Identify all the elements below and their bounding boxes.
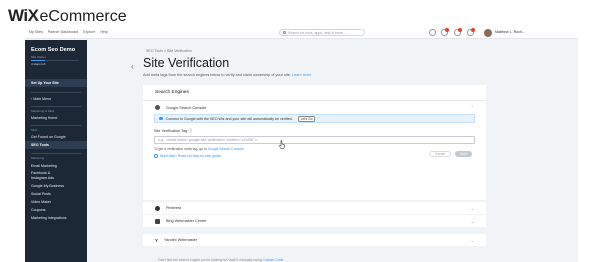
sidebar-item-video-maker[interactable]: Video Maker <box>25 198 87 206</box>
yandex-card[interactable]: Y Yandex Webmaster ⌄ <box>143 234 486 246</box>
pinterest-label: Pinterest <box>166 206 181 210</box>
sidebar-divider <box>31 153 81 154</box>
wix-logo-text: WiX <box>8 6 39 25</box>
yandex-row[interactable]: Y Yandex Webmaster ⌄ <box>143 234 486 246</box>
chevron-down-icon: ⌄ <box>470 206 474 211</box>
page-description: Add meta tags from the search engines be… <box>143 73 311 77</box>
pinterest-row[interactable]: Pinterest ⌄ <box>143 202 486 214</box>
menu-help[interactable]: Help <box>100 30 107 34</box>
site-name[interactable]: Ecom Seo Demo <box>31 47 75 53</box>
sidebar-divider <box>31 106 81 107</box>
need-help-text: Need help? Read our step-by-step guide <box>159 154 221 158</box>
bing-icon <box>155 218 160 224</box>
sidebar-item-seo-tools[interactable]: SEO Tools <box>25 141 87 149</box>
custom-code-link[interactable]: Custom Code <box>263 258 284 262</box>
top-bar: My Sites Partner Dashboard Explore Help … <box>25 26 578 39</box>
bell-icon[interactable] <box>454 27 462 36</box>
inbox-icon[interactable] <box>467 27 475 36</box>
helper-text: To get a verification meta tag, go to <box>154 147 207 151</box>
page-description-text: Add meta tags from the search engines be… <box>143 73 291 77</box>
pinterest-icon <box>155 205 160 211</box>
chevron-down-icon: ⌄ <box>470 238 474 243</box>
search-engines-header: Search Engines <box>143 85 486 101</box>
search-input[interactable]: Search for tools, apps, help & more... <box>279 29 365 36</box>
search-placeholder: Search for tools, apps, help & more... <box>288 30 346 35</box>
sidebar-divider <box>31 125 81 126</box>
verification-helper: To get a verification meta tag, go to Go… <box>154 147 475 151</box>
sidebar-item-social-posts[interactable]: Social Posts <box>25 190 87 198</box>
wix-ecommerce-logo: WiX eCommerce <box>8 6 127 25</box>
menu-my-sites[interactable]: My Sites <box>29 30 43 34</box>
breadcrumb[interactable]: SEO Tools > Site Verification <box>146 49 192 53</box>
bottom-note-text: Can't find the search engine you're look… <box>158 258 262 262</box>
google-search-console-label: Google Search Console <box>166 105 207 110</box>
sidebar: Ecom Seo Demo Site Owner 4 steps left Se… <box>25 40 87 262</box>
chat-icon[interactable] <box>429 29 436 36</box>
verification-tag-label: Site Verification Tag ⓘ <box>154 129 475 134</box>
yandex-label: Yandex Webmaster <box>164 238 198 242</box>
chevron-down-icon: ⌄ <box>470 219 474 224</box>
google-search-console-link[interactable]: Google Search Console. <box>208 147 245 151</box>
sidebar-item-email-marketing[interactable]: Email Marketing <box>25 162 87 170</box>
back-arrow-icon[interactable]: ‹ <box>131 62 134 71</box>
pinterest-card[interactable]: Pinterest ⌄ <box>143 202 486 214</box>
sidebar-item-main-menu[interactable]: ‹ Main Menu <box>25 95 87 103</box>
need-help-link[interactable]: Need help? Read our step-by-step guide <box>154 154 475 158</box>
sidebar-section-marketing-seo: Marketing & SEO <box>31 109 55 113</box>
notifications-icon[interactable] <box>441 27 449 36</box>
lets-go-button[interactable]: Let's Go <box>297 115 316 122</box>
chevron-up-icon: ⌃ <box>470 105 474 110</box>
verification-tag-label-text: Site Verification Tag <box>154 129 188 133</box>
connect-google-banner: Connect to Google with the SEO Wiz and y… <box>154 114 475 123</box>
question-icon <box>154 154 158 158</box>
sidebar-item-google-my-business[interactable]: Google My Business <box>25 182 87 190</box>
avatar[interactable] <box>484 28 492 37</box>
ecommerce-text: eCommerce <box>39 8 127 25</box>
sidebar-item-instagram-ads[interactable]: Instagram Ads <box>25 175 87 180</box>
hand-cursor-icon <box>279 140 285 149</box>
custom-search-engine-note: Can't find the search engine you're look… <box>158 258 283 262</box>
sidebar-divider <box>31 92 81 93</box>
page-title: Site Verification <box>143 56 230 70</box>
menu-explore[interactable]: Explore <box>83 30 95 34</box>
cancel-button[interactable]: Cancel <box>429 151 451 157</box>
sidebar-item-marketing-home[interactable]: Marketing Home <box>25 114 87 122</box>
bing-label: Bing Webmaster Center <box>166 219 207 223</box>
sidebar-item-get-found[interactable]: Get Found on Google <box>25 133 87 141</box>
sidebar-item-setup[interactable]: Set Up Your Site <box>25 79 87 87</box>
help-circle-icon[interactable]: ⓘ <box>188 129 192 133</box>
search-engines-card: Search Engines Google Search Console ⌃ C… <box>143 85 486 200</box>
setup-progress-bar <box>31 60 79 61</box>
sidebar-main-menu-label: Main Menu <box>33 96 51 101</box>
sidebar-section-seo: SEO <box>31 128 38 132</box>
setup-progress-text: 4 steps left <box>31 62 46 66</box>
info-icon <box>159 116 163 121</box>
verification-tag-input[interactable]: e.g., <meta name='google-site-verificati… <box>154 136 475 144</box>
save-button[interactable]: Save <box>455 151 472 157</box>
sidebar-item-coupons[interactable]: Coupons <box>25 206 87 214</box>
site-role: Site Owner <box>31 55 46 59</box>
verification-tag-placeholder: e.g., <meta name='google-site-verificati… <box>158 138 258 142</box>
google-icon <box>155 105 160 110</box>
bing-card[interactable]: Bing Webmaster Center ⌄ <box>143 215 486 227</box>
sidebar-section-marketing: Marketing <box>31 156 45 160</box>
sidebar-item-marketing-integrations[interactable]: Marketing Integrations <box>25 214 87 222</box>
menu-partner-dashboard[interactable]: Partner Dashboard <box>48 30 78 34</box>
connect-google-text: Connect to Google with the SEO Wiz and y… <box>165 116 293 121</box>
learn-more-link[interactable]: Learn more <box>292 73 311 77</box>
user-name[interactable]: Matthew L. Roch... <box>495 30 525 34</box>
yandex-icon: Y <box>155 237 159 243</box>
search-icon <box>283 31 286 34</box>
wix-dashboard: My Sites Partner Dashboard Explore Help … <box>25 26 578 262</box>
bing-row[interactable]: Bing Webmaster Center ⌄ <box>143 215 486 227</box>
google-search-console-row[interactable]: Google Search Console ⌃ <box>143 101 486 114</box>
